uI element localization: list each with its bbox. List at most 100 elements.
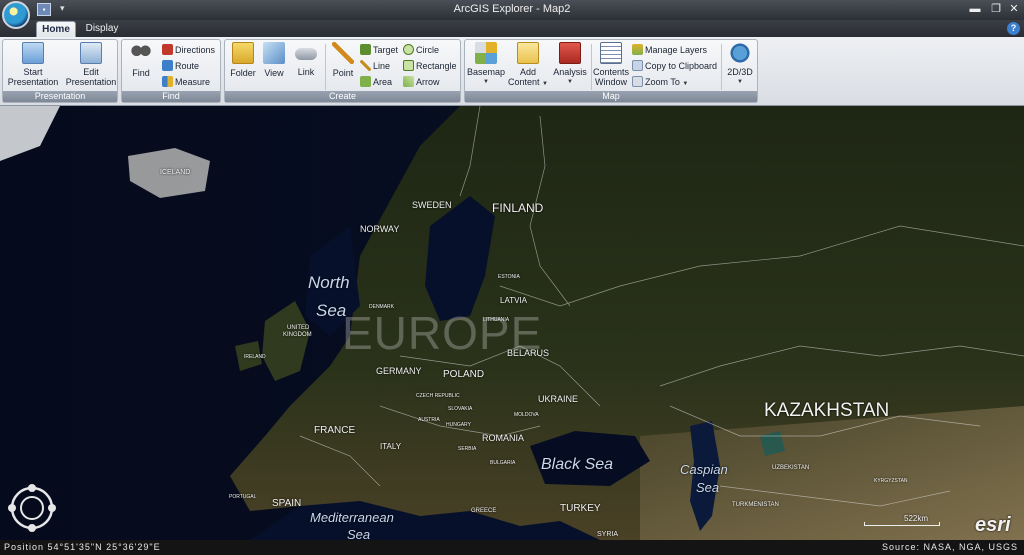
analysis-button[interactable]: Analysis ▼ <box>551 42 589 87</box>
label-kazakhstan: KAZAKHSTAN <box>764 400 890 421</box>
label-slovakia: SLOVAKIA <box>448 406 473 412</box>
label-germany: GERMANY <box>376 366 422 376</box>
line-button[interactable]: Line <box>360 59 390 74</box>
label-finland: FINLAND <box>492 201 544 215</box>
scale-bar-line <box>864 522 940 526</box>
presentation-play-icon <box>22 42 44 64</box>
contents-window-button[interactable]: Contents Window <box>593 42 629 87</box>
chevron-down-icon: ▼ <box>567 79 573 85</box>
route-label: Route <box>175 61 200 71</box>
arrow-label: Arrow <box>416 77 440 87</box>
chevron-down-icon: ▼ <box>483 79 489 85</box>
view-2d3d-button[interactable]: 2D/3D ▼ <box>723 42 757 87</box>
label-greece: GREECE <box>471 508 497 514</box>
point-button[interactable]: Point <box>329 42 357 78</box>
route-button[interactable]: Route <box>162 59 199 74</box>
line-label: Line <box>373 61 391 71</box>
circle-label: Circle <box>416 45 440 55</box>
map-view[interactable]: ICELAND SWEDEN FINLAND NORWAY North Sea … <box>0 106 1024 540</box>
directions-button[interactable]: Directions <box>162 43 215 58</box>
group-label-presentation: Presentation <box>3 91 117 102</box>
link-button[interactable]: Link <box>291 42 321 77</box>
minimize-button[interactable]: ▬ <box>968 2 982 16</box>
tab-display[interactable]: Display <box>82 21 122 37</box>
label-uzbekistan: UZBEKISTAN <box>772 465 810 471</box>
arrow-icon <box>403 76 414 87</box>
area-label: Area <box>373 77 393 87</box>
measure-button[interactable]: Measure <box>162 75 210 90</box>
zoom-to-button[interactable]: Zoom To ▼ <box>632 75 688 90</box>
add-content-button[interactable]: Add Content ▼ <box>507 42 549 89</box>
scale-label: 522km <box>904 514 929 523</box>
folder-button[interactable]: Folder <box>227 42 259 78</box>
label-portugal: PORTUGAL <box>229 494 257 500</box>
zoom-to-label: Zoom To <box>645 77 680 87</box>
add-content-label-1: Add <box>519 67 536 77</box>
esri-logo: esri <box>975 514 1011 536</box>
window-title: ArcGIS Explorer - Map2 <box>453 3 571 15</box>
measure-icon <box>162 76 173 87</box>
divider <box>325 44 326 90</box>
view-button[interactable]: View <box>259 42 289 78</box>
label-norway: NORWAY <box>360 224 400 234</box>
edit-presentation-icon <box>80 42 102 64</box>
label-belarus: BELARUS <box>507 348 550 358</box>
target-icon <box>360 44 371 55</box>
label-ireland: IRELAND <box>244 354 266 360</box>
measure-label: Measure <box>175 77 211 87</box>
rectangle-icon <box>403 60 414 71</box>
label-poland: POLAND <box>443 369 485 380</box>
copy-to-clipboard-label: Copy to Clipboard <box>645 61 718 71</box>
label-black-sea: Black Sea <box>541 456 614 473</box>
help-icon[interactable]: ? <box>1007 22 1020 35</box>
view-2d3d-label: 2D/3D <box>727 67 753 77</box>
copy-to-clipboard-button[interactable]: Copy to Clipboard <box>632 59 717 74</box>
restore-button[interactable]: ❐ <box>989 2 1003 16</box>
label-united-kingdom-1: UNITED <box>287 325 310 331</box>
group-label-create: Create <box>225 91 460 102</box>
status-bar: Position 54°51'35"N 25°36'29"E Source: N… <box>0 540 1024 555</box>
globe-icon <box>729 42 751 64</box>
create-group: Folder View Link Point Target Line Area … <box>224 39 461 103</box>
manage-layers-button[interactable]: Manage Layers <box>632 43 707 58</box>
ribbon: Start Presentation ▼ Edit Presentation P… <box>0 37 1024 106</box>
edit-presentation-button[interactable]: Edit Presentation <box>63 42 119 87</box>
label-kyrgyzstan: KYRGYZSTAN <box>874 478 908 484</box>
target-label: Target <box>373 45 399 55</box>
layers-icon <box>632 44 643 55</box>
arrow-button[interactable]: Arrow <box>403 75 440 90</box>
find-label: Find <box>132 68 150 78</box>
contents-window-label-2: Window <box>594 77 627 87</box>
label-bulgaria: BULGARIA <box>490 460 516 466</box>
line-icon <box>360 60 371 71</box>
basemap-icon <box>475 42 497 64</box>
label-czech-republic: CZECH REPUBLIC <box>416 393 460 399</box>
clipboard-icon <box>632 60 643 71</box>
group-label-map: Map <box>465 91 757 102</box>
close-button[interactable]: ✕ <box>1007 2 1021 16</box>
label-mediterranean-sea-1: Mediterranean <box>310 510 394 525</box>
presentation-group: Start Presentation ▼ Edit Presentation P… <box>2 39 118 103</box>
source-attribution: Source: NASA, NGA, USGS <box>881 542 1018 552</box>
label-romania: ROMANIA <box>482 433 525 443</box>
basemap-button[interactable]: Basemap ▼ <box>467 42 505 87</box>
application-menu-button[interactable] <box>2 1 30 29</box>
label-sweden: SWEDEN <box>412 200 452 210</box>
route-icon <box>162 60 173 71</box>
label-spain: SPAIN <box>272 498 302 509</box>
label-turkmenistan: TURKMENISTAN <box>732 502 779 508</box>
chevron-down-icon: ▼ <box>737 79 743 85</box>
rectangle-button[interactable]: Rectangle <box>403 59 457 74</box>
find-button[interactable]: Find <box>125 42 157 78</box>
area-button[interactable]: Area <box>360 75 392 90</box>
group-label-find: Find <box>122 91 220 102</box>
target-button[interactable]: Target <box>360 43 398 58</box>
camera-view-icon <box>263 42 285 64</box>
rectangle-label: Rectangle <box>416 61 457 71</box>
tab-home[interactable]: Home <box>36 21 76 37</box>
label-turkey: TURKEY <box>560 503 601 514</box>
navigation-control[interactable] <box>7 483 57 533</box>
view-label: View <box>264 68 284 78</box>
find-group: Find Directions Route Measure Find <box>121 39 221 103</box>
circle-button[interactable]: Circle <box>403 43 439 58</box>
